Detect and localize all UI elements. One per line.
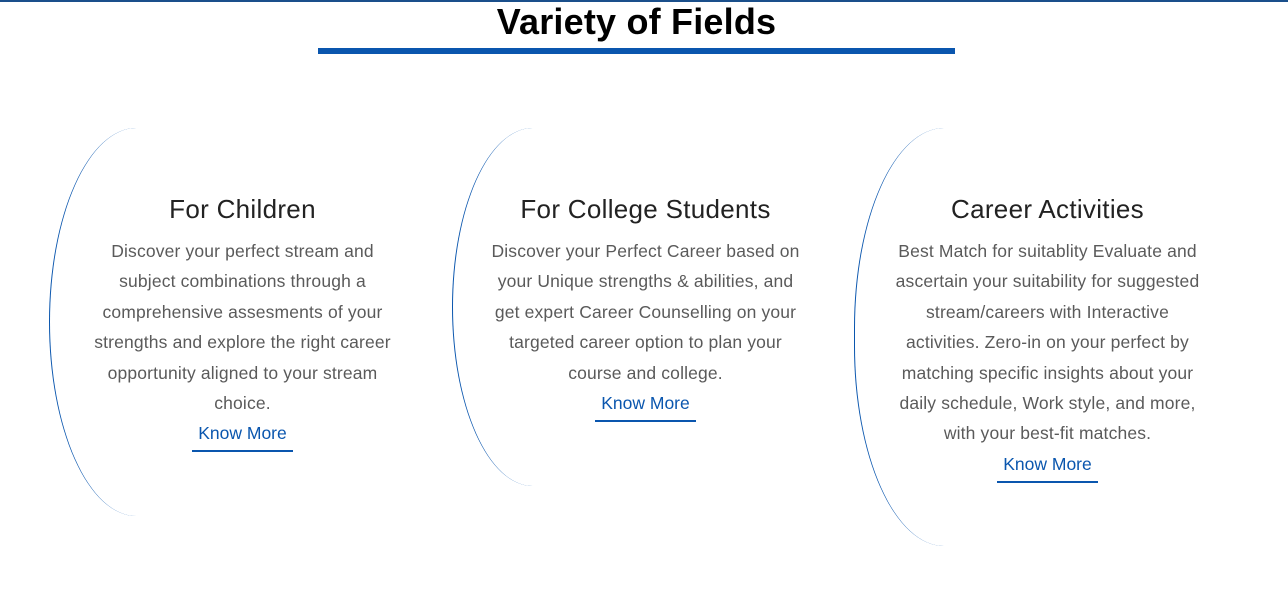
- card-text-line: activities. Zero-in on your perfect by: [906, 332, 1189, 353]
- section-title: Variety of Fields: [496, 1, 777, 42]
- card-text-line: targeted career option to plan your: [509, 332, 782, 353]
- card-description: Discover your perfect stream and subject…: [66, 236, 419, 418]
- card-text-line: course and college.: [568, 362, 723, 383]
- card-text-line: your Unique strengths & abilities, and: [497, 271, 794, 292]
- card-description: Discover your Perfect Career based on yo…: [469, 236, 822, 388]
- card-content: For College Students Discover your Perfe…: [469, 192, 822, 423]
- card-for-children: For Children Discover your perfect strea…: [49, 128, 419, 516]
- title-underline: [318, 48, 955, 54]
- know-more-link[interactable]: Know More: [997, 451, 1098, 483]
- card-for-college-students: For College Students Discover your Perfe…: [452, 128, 822, 486]
- card-text-line: comprehensive assesments of your: [102, 301, 383, 322]
- card-text-line: get expert Career Counselling on your: [494, 301, 797, 322]
- card-text-line: matching specific insights about your: [901, 362, 1194, 383]
- card-text-line: daily schedule, Work style, and more,: [899, 393, 1196, 414]
- know-more-link[interactable]: Know More: [192, 420, 293, 453]
- card-career-activities: Career Activities Best Match for suitabl…: [854, 128, 1224, 546]
- card-text-line: stream/careers with Interactive: [926, 301, 1169, 322]
- card-text-line: with your best-fit matches.: [943, 423, 1152, 444]
- card-content: For Children Discover your perfect strea…: [66, 192, 419, 453]
- card-description: Best Match for suitablity Evaluate and a…: [871, 236, 1224, 449]
- card-text-line: Discover your perfect stream and: [111, 241, 374, 261]
- card-title: Career Activities: [951, 194, 1144, 224]
- card-text-line: ascertain your suitability for suggested: [895, 271, 1200, 292]
- card-content: Career Activities Best Match for suitabl…: [871, 192, 1224, 483]
- card-title: For Children: [169, 194, 316, 224]
- card-title: For College Students: [520, 194, 771, 224]
- card-text-line: Best Match for suitablity Evaluate and: [898, 241, 1197, 261]
- card-text-line: opportunity aligned to your stream: [107, 362, 378, 383]
- card-text-line: strengths and explore the right career: [94, 332, 391, 353]
- card-text-line: choice.: [214, 393, 271, 414]
- know-more-link[interactable]: Know More: [595, 390, 696, 423]
- card-text-line: Discover your Perfect Career based on: [491, 241, 800, 261]
- card-text-line: subject combinations through a: [119, 271, 366, 292]
